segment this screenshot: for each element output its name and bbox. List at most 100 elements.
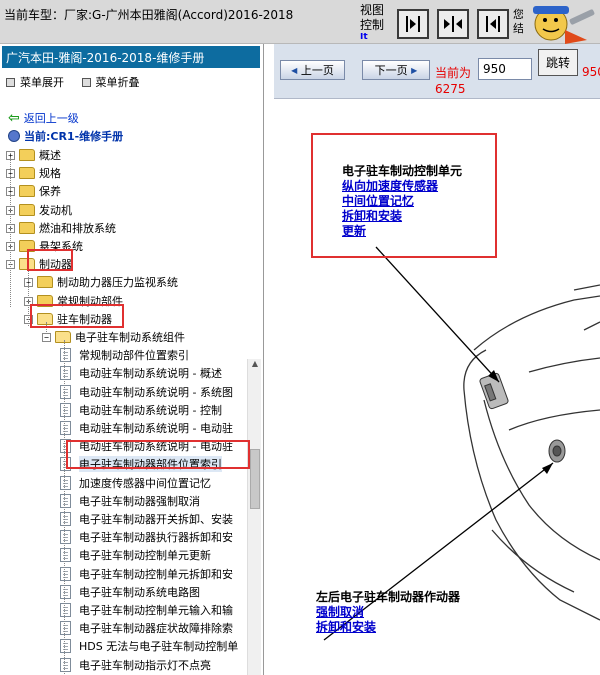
folder-icon <box>19 185 35 197</box>
menu-expand-button[interactable]: 菜单展开 <box>6 74 64 90</box>
document-icon <box>60 548 71 562</box>
control-unit-update-link[interactable]: 更新 <box>342 224 462 239</box>
back-to-parent-link[interactable]: ⇦ 返回上一级 <box>8 110 79 126</box>
tree-item-label: 电动驻车制动系统说明 - 电动驻 <box>79 422 233 435</box>
view-control-line1: 视图 <box>360 3 385 17</box>
collapse-toggle-icon[interactable]: − <box>42 332 51 342</box>
tree-doc-item[interactable]: 电子驻车制动控制单元更新 <box>60 546 211 564</box>
document-icon <box>60 530 71 544</box>
actuator-title: 左后电子驻车制动器作动器 <box>316 590 461 604</box>
control-unit-title: 电子驻车制动控制单元 <box>342 164 463 178</box>
tree-guide-line <box>10 157 11 307</box>
control-unit-remove-install-link[interactable]: 拆卸和安装 <box>342 209 462 224</box>
view-control-line2: 控制 <box>360 18 385 32</box>
tree-item-label: 电子驻车制动器症状故障排除索 <box>79 622 233 635</box>
back-label: 返回上一级 <box>23 112 79 125</box>
menu-expand-label: 菜单展开 <box>20 76 64 89</box>
collapse-icon <box>81 77 91 87</box>
prev-arrow-icon: ◀ <box>291 65 298 75</box>
tree-item-label: 电子驻车制动控制单元拆卸和安 <box>79 568 233 581</box>
tree-doc-item[interactable]: 电子驻车制动控制单元拆卸和安 <box>60 565 233 583</box>
tree-item-label: 电动驻车制动系统说明 - 概述 <box>79 367 222 380</box>
document-icon <box>60 494 71 508</box>
page-number-input[interactable] <box>478 58 532 80</box>
mechanic-mascot-logo <box>525 0 600 44</box>
prev-page-button[interactable]: ◀ 上一页 <box>280 60 345 80</box>
prev-page-label: 上一页 <box>300 64 334 77</box>
tree-scrollbar[interactable]: ▲ <box>247 359 261 675</box>
highlight-brake <box>27 249 73 271</box>
center-position-memory-link[interactable]: 中间位置记忆 <box>342 194 462 209</box>
tree-doc-item[interactable]: 电动驻车制动系统说明 - 概述 <box>60 364 222 382</box>
tree-item-label: 电动驻车制动系统说明 - 控制 <box>79 404 222 417</box>
tree-item-label: 电子驻车制动指示灯不点亮 <box>79 659 211 672</box>
forced-release-link[interactable]: 强制取消 <box>316 605 460 620</box>
document-icon <box>60 403 71 417</box>
tree-folder-item[interactable]: + 燃油和排放系统 <box>6 219 116 237</box>
menu-collapse-button[interactable]: 菜单折叠 <box>81 74 140 90</box>
actuator-remove-install-link[interactable]: 拆卸和安装 <box>316 620 460 635</box>
longitudinal-accel-sensor-link[interactable]: 纵向加速度传感器 <box>342 179 462 194</box>
next-page-button[interactable]: 下一页 ▶ <box>362 60 430 80</box>
current-car-model: 当前车型：厂家:G-广州本田雅阁(Accord)2016-2018 <box>4 8 294 22</box>
actuator-callout: 左后电子驻车制动器作动器 强制取消 拆卸和安装 <box>316 590 460 635</box>
top-bar: 当前车型：厂家:G-广州本田雅阁(Accord)2016-2018 视图 控制 … <box>0 0 600 44</box>
scroll-up-icon[interactable]: ▲ <box>248 359 262 373</box>
tree-item-label: 电动驻车制动系统说明 - 系统图 <box>79 386 233 399</box>
view-split-button[interactable] <box>437 9 469 39</box>
folder-icon <box>19 149 35 161</box>
tree-doc-item[interactable]: 常规制动部件位置索引 <box>60 346 189 364</box>
current-node-label: 当前:CR1-维修手册 <box>24 130 124 143</box>
tree-doc-item[interactable]: 电子驻车制动指示灯不点亮 <box>60 656 211 674</box>
folder-icon <box>37 276 53 288</box>
expand-icon <box>6 77 15 87</box>
tree-doc-item[interactable]: 电子驻车制动系统电路图 <box>60 583 200 601</box>
back-arrow-icon: ⇦ <box>8 110 20 126</box>
tree-item-label: 加速度传感器中间位置记忆 <box>79 477 211 490</box>
highlight-parking-brake <box>30 304 124 328</box>
manual-title: 广汽本田-雅阁-2016-2018-维修手册 <box>2 46 260 68</box>
tree-doc-item[interactable]: 电动驻车制动系统说明 - 系统图 <box>60 383 233 401</box>
tree-item-label: 电子驻车制动控制单元输入和输 <box>79 604 233 617</box>
tree-doc-item[interactable]: 加速度传感器中间位置记忆 <box>60 474 211 492</box>
left-navigation-panel: 广汽本田-雅阁-2016-2018-维修手册 菜单展开 菜单折叠 ⇦ 返回上一级… <box>0 44 264 675</box>
tree-item-label: 概述 <box>39 149 61 162</box>
arrow-right-bar-icon <box>406 16 420 32</box>
document-icon <box>60 621 71 635</box>
tree-guide-line <box>64 340 65 675</box>
tree-doc-item[interactable]: 电子驻车制动器开关拆卸、安装 <box>60 510 233 528</box>
view-right-panel-button[interactable] <box>477 9 509 39</box>
folder-icon <box>19 222 35 234</box>
tree-doc-item[interactable]: 电子驻车制动器执行器拆卸和安 <box>60 528 233 546</box>
tree-folder-item[interactable]: + 保养 <box>6 182 61 200</box>
tree-item-label: 燃油和排放系统 <box>39 222 116 235</box>
document-icon <box>60 348 71 362</box>
tree-item-label: 保养 <box>39 185 61 198</box>
page-count-right: 950 <box>582 65 600 79</box>
tree-folder-item[interactable]: + 概述 <box>6 146 61 164</box>
tree-doc-item[interactable]: 电子驻车制动器强制取消 <box>60 492 200 510</box>
tree-item-label: 电子驻车制动系统电路图 <box>79 586 200 599</box>
tree-doc-item[interactable]: 电子驻车制动器症状故障排除索 <box>60 619 233 637</box>
tree-item-label: 常规制动部件位置索引 <box>79 349 189 362</box>
tree-folder-item[interactable]: + 发动机 <box>6 201 72 219</box>
tree-doc-item[interactable]: 电子驻车制动控制单元输入和输 <box>60 601 233 619</box>
document-icon <box>60 658 71 672</box>
scroll-thumb[interactable] <box>250 449 260 509</box>
page-navigation-bar: ◀ 上一页 下一页 ▶ 当前为 跳转 950 6275 <box>274 44 600 99</box>
document-icon <box>60 512 71 526</box>
tree-doc-item[interactable]: HDS 无法与电子驻车制动控制单 <box>60 637 238 655</box>
tree-folder-item[interactable]: + 规格 <box>6 164 61 182</box>
menu-controls: 菜单展开 菜单折叠 <box>6 74 154 90</box>
tree-guide-line <box>28 266 29 326</box>
highlight-selected-doc <box>66 440 250 469</box>
arrows-inward-icon <box>444 16 462 32</box>
tree-doc-item[interactable]: 电动驻车制动系统说明 - 控制 <box>60 401 222 419</box>
tree-folder-item[interactable]: + 制动助力器压力监视系统 <box>24 273 178 291</box>
view-left-panel-button[interactable] <box>397 9 429 39</box>
tree-item-label: 规格 <box>39 167 61 180</box>
tree-doc-item[interactable]: 电动驻车制动系统说明 - 电动驻 <box>60 419 233 437</box>
folder-icon <box>19 167 35 179</box>
jump-button[interactable]: 跳转 <box>538 49 578 76</box>
document-icon <box>60 585 71 599</box>
